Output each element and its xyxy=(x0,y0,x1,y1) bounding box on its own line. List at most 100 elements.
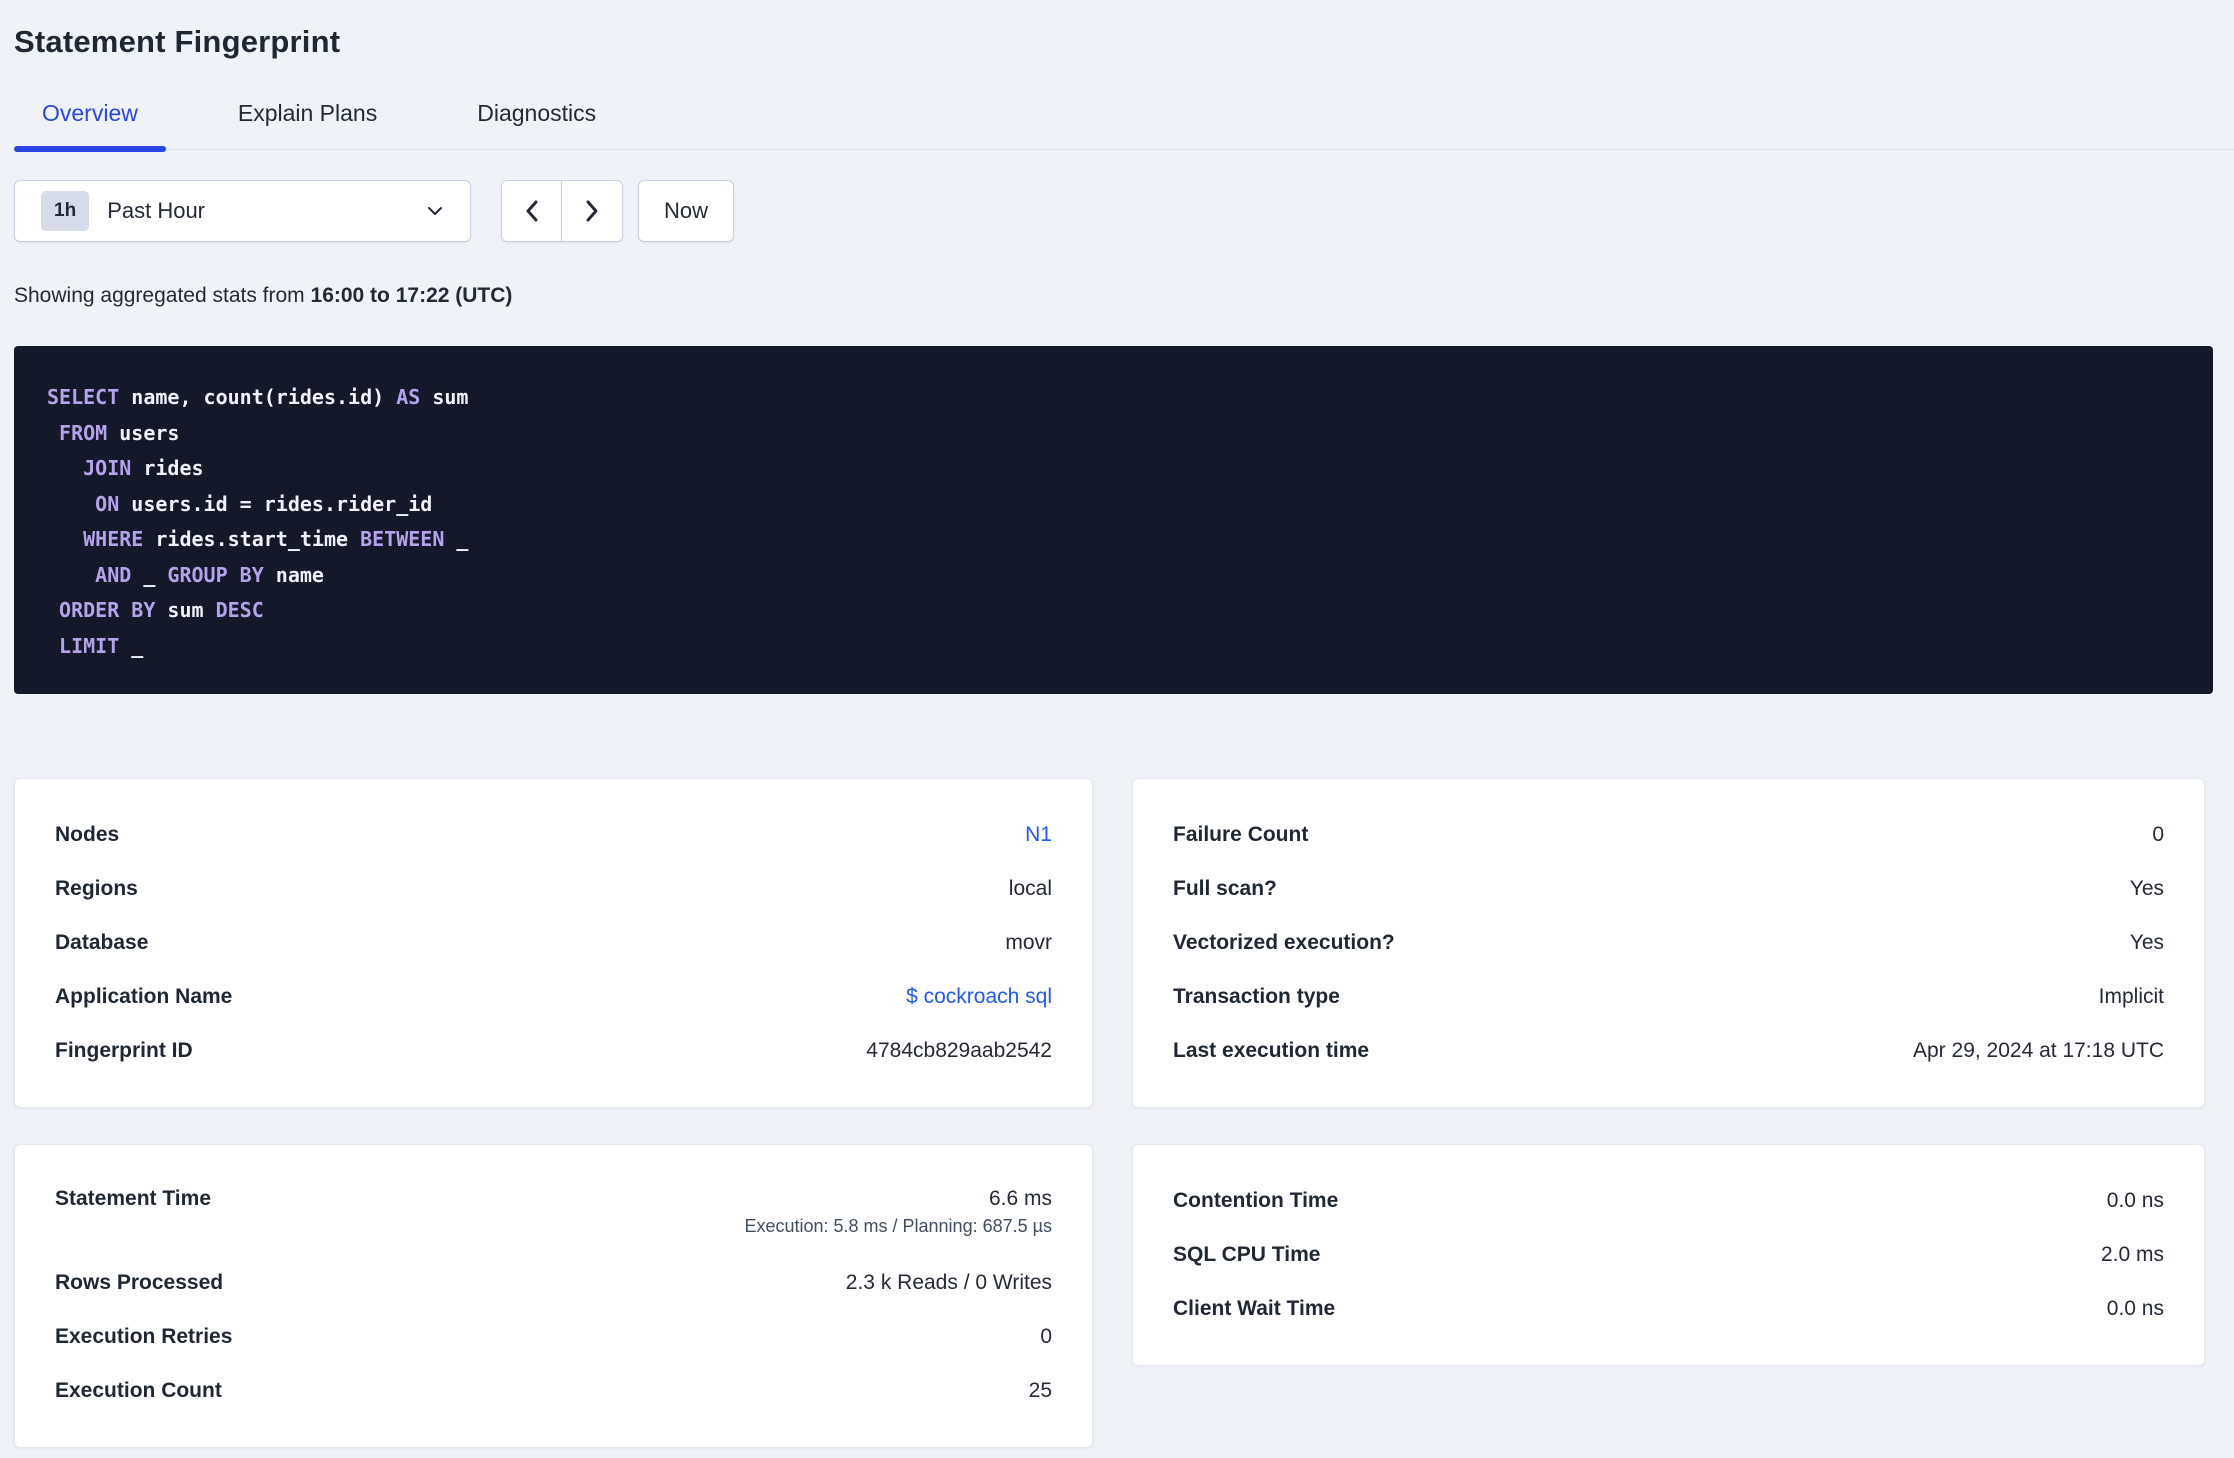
time-picker-row: 1h Past Hour Now xyxy=(14,180,2234,242)
sql-keyword: JOIN xyxy=(83,456,132,480)
summary-row: Regions local xyxy=(55,862,1052,916)
sql-text: name xyxy=(263,562,324,587)
summary-row: Last execution time Apr 29, 2024 at 17:18… xyxy=(1173,1024,2164,1078)
row-value: 2.0 ms xyxy=(2100,1243,2164,1266)
sql-keyword: ON xyxy=(95,491,120,516)
sql-line: FROM users xyxy=(47,416,2180,452)
previous-interval-button[interactable] xyxy=(502,181,562,241)
page-title: Statement Fingerprint xyxy=(14,24,341,59)
sql-text: sum xyxy=(155,598,216,622)
row-value: Implicit xyxy=(2098,985,2164,1008)
tab-explain-plans[interactable]: Explain Plans xyxy=(210,100,405,149)
sql-text: users xyxy=(107,420,180,445)
row-label: Nodes xyxy=(55,823,120,846)
statement-details-card: Nodes N1 Regions local Database movr Applicati… xyxy=(14,778,1093,1108)
summary-row: Fingerprint ID 4784cb829aab2542 xyxy=(55,1024,1052,1078)
sql-text: rides.start_time xyxy=(143,527,361,551)
sql-line: LIMIT _ xyxy=(47,629,2180,665)
row-value: 0.0 ns xyxy=(2106,1297,2164,1320)
next-interval-button[interactable] xyxy=(562,181,622,241)
summary-row: Application Name $ cockroach sql xyxy=(55,970,1052,1024)
sql-keyword: BETWEEN xyxy=(360,527,445,551)
row-value-group: Apr 29, 2024 at 17:18 UTC xyxy=(1913,1039,2164,1063)
row-value-group: Yes xyxy=(2130,931,2164,955)
tab-diagnostics[interactable]: Diagnostics xyxy=(449,100,624,149)
row-value-group: 0.0 ns xyxy=(2107,1189,2164,1213)
row-label: Database xyxy=(55,931,149,954)
row-label: Contention Time xyxy=(1173,1189,1339,1212)
row-value: 6.6 ms xyxy=(988,1187,1052,1210)
row-value-group: N1 xyxy=(1025,823,1052,847)
chevron-down-icon xyxy=(428,207,442,215)
aggregation-range: 16:00 to 17:22 (UTC) xyxy=(310,284,513,307)
sql-text: users.id = rides.rider_id xyxy=(119,491,433,516)
row-value-group: $ cockroach sql xyxy=(906,985,1052,1009)
row-value-group: 2.0 ms xyxy=(2101,1243,2164,1267)
row-label: Transaction type xyxy=(1173,985,1340,1008)
row-value-group: 6.6 ms Execution: 5.8 ms / Planning: 687.… xyxy=(744,1187,1052,1237)
time-interval-dropdown[interactable]: 1h Past Hour xyxy=(14,180,471,242)
chevron-right-icon xyxy=(586,200,598,222)
row-label: Failure Count xyxy=(1173,823,1309,846)
sql-keyword: DESC xyxy=(215,598,264,622)
row-value-group: 2.3 k Reads / 0 Writes xyxy=(846,1271,1052,1295)
row-value: 2.3 k Reads / 0 Writes xyxy=(845,1271,1052,1294)
row-value-group: 0 xyxy=(1040,1325,1052,1349)
summary-cards: Nodes N1 Regions local Database movr Applicati… xyxy=(14,778,2234,1448)
sql-text: rides xyxy=(131,456,204,480)
sql-line: ON users.id = rides.rider_id xyxy=(47,487,2180,523)
sql-line: AND _ GROUP BY name xyxy=(47,558,2180,594)
row-value: 0 xyxy=(2152,823,2164,846)
sql-keyword: LIMIT xyxy=(59,633,120,658)
sql-keyword: GROUP BY xyxy=(167,562,264,587)
row-value: Apr 29, 2024 at 17:18 UTC xyxy=(1913,1039,2164,1062)
row-value-link[interactable]: N1 xyxy=(1025,823,1052,847)
row-label: Vectorized execution? xyxy=(1173,931,1395,954)
summary-row: Contention Time 0.0 ns xyxy=(1173,1174,2164,1228)
summary-row: Failure Count 0 xyxy=(1173,808,2164,862)
row-value: movr xyxy=(1005,931,1052,954)
row-label: Fingerprint ID xyxy=(55,1039,193,1062)
sql-text: _ xyxy=(119,633,144,658)
sql-keyword: SELECT xyxy=(47,385,120,409)
row-label: Application Name xyxy=(55,985,233,1008)
row-label: Full scan? xyxy=(1173,877,1277,900)
sql-keyword: AS xyxy=(396,385,421,409)
sql-line: JOIN rides xyxy=(47,451,2180,487)
summary-row: Transaction type Implicit xyxy=(1173,970,2164,1024)
row-value: Yes xyxy=(2129,877,2164,900)
row-value-group: Implicit xyxy=(2099,985,2164,1009)
row-label: Regions xyxy=(55,877,138,900)
wait-time-card: Contention Time 0.0 ns SQL CPU Time 2.0 ms C… xyxy=(1132,1144,2205,1366)
chevron-left-icon xyxy=(526,200,537,222)
sql-keyword: ORDER BY xyxy=(59,598,156,622)
sql-statement-box: SELECT name, count(rides.id) AS sum FROM… xyxy=(14,346,2213,694)
sql-keyword: FROM xyxy=(59,420,108,445)
time-step-buttons xyxy=(501,180,623,242)
summary-row: Vectorized execution? Yes xyxy=(1173,916,2164,970)
aggregation-note-prefix: Showing aggregated stats from xyxy=(14,284,311,307)
row-label: Client Wait Time xyxy=(1173,1297,1336,1320)
row-label: Last execution time xyxy=(1173,1039,1370,1062)
row-value: 4784cb829aab2542 xyxy=(866,1039,1052,1062)
statement-fingerprint-page: Statement Fingerprint Overview Explain Pl… xyxy=(0,0,2234,1448)
row-label: SQL CPU Time xyxy=(1173,1243,1321,1266)
row-label: Execution Retries xyxy=(55,1325,233,1348)
row-value-group: movr xyxy=(1005,931,1052,955)
tab-overview[interactable]: Overview xyxy=(14,100,166,152)
summary-row: Database movr xyxy=(55,916,1052,970)
row-value-link[interactable]: $ cockroach sql xyxy=(906,985,1052,1009)
row-label: Execution Count xyxy=(55,1379,222,1402)
now-button[interactable]: Now xyxy=(638,180,734,242)
row-value-group: Yes xyxy=(2130,877,2164,901)
row-value: 0.0 ns xyxy=(2106,1189,2164,1212)
summary-row: Nodes N1 xyxy=(55,808,1052,862)
row-value: 25 xyxy=(1028,1379,1052,1402)
